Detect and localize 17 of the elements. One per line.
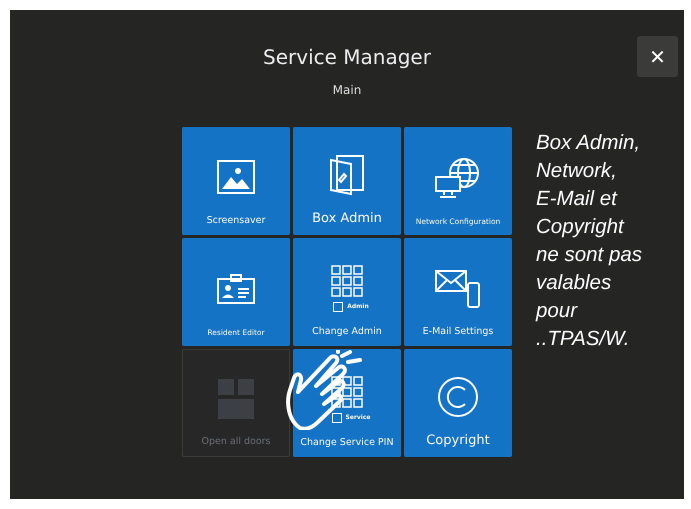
computer-globe-icon	[434, 156, 482, 199]
keypad-icon	[330, 264, 364, 300]
window-title: Service Manager	[263, 45, 431, 69]
window-subtitle: Main	[332, 83, 362, 97]
key-icon	[332, 412, 342, 423]
menu-tile[interactable]: Copyright	[404, 349, 512, 457]
menu-tile[interactable]: Screensaver	[182, 127, 290, 235]
keypad-icon	[330, 374, 364, 411]
picture-icon	[216, 158, 256, 195]
copyright-icon	[436, 374, 480, 419]
menu-tile[interactable]: E-Mail Settings	[404, 238, 512, 346]
key-icon	[333, 302, 344, 312]
close-button[interactable]: ✕	[637, 36, 678, 77]
menu-tile[interactable]: Box Admin	[293, 127, 401, 235]
booklet-icon	[329, 154, 365, 196]
annotation-text: Box Admin, Network, E-Mail et Copyright ne sont pas valables pour ..TPAS/W.	[536, 130, 643, 352]
id-card-icon	[216, 272, 256, 305]
